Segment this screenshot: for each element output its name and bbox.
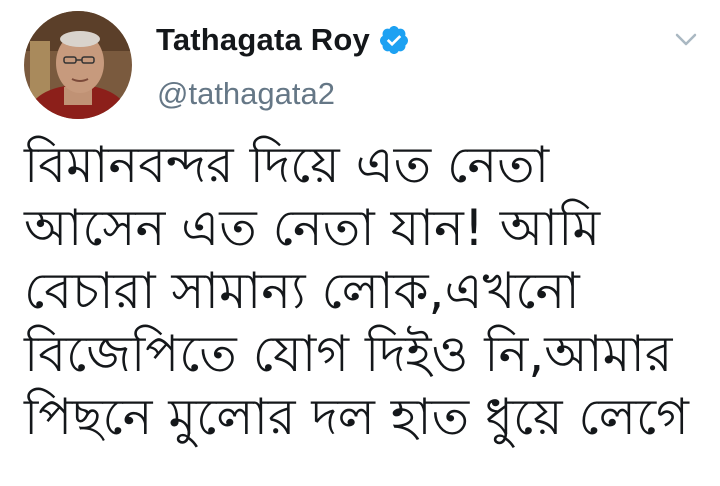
verified-badge-icon [378, 24, 410, 56]
tweet-card: Tathagata Roy @tathagata2 বিমানবন্দর দিয… [0, 0, 720, 486]
avatar-photo [24, 11, 132, 119]
chevron-down-icon[interactable] [672, 30, 700, 50]
author-display-name[interactable]: Tathagata Roy [156, 22, 370, 58]
tweet-text: বিমানবন্দর দিয়ে এত নেতা আসেন এত নেতা যা… [24, 136, 689, 446]
author-handle[interactable]: @tathagata2 [157, 76, 335, 112]
author-name-row[interactable]: Tathagata Roy [156, 22, 410, 58]
avatar[interactable] [24, 11, 132, 119]
